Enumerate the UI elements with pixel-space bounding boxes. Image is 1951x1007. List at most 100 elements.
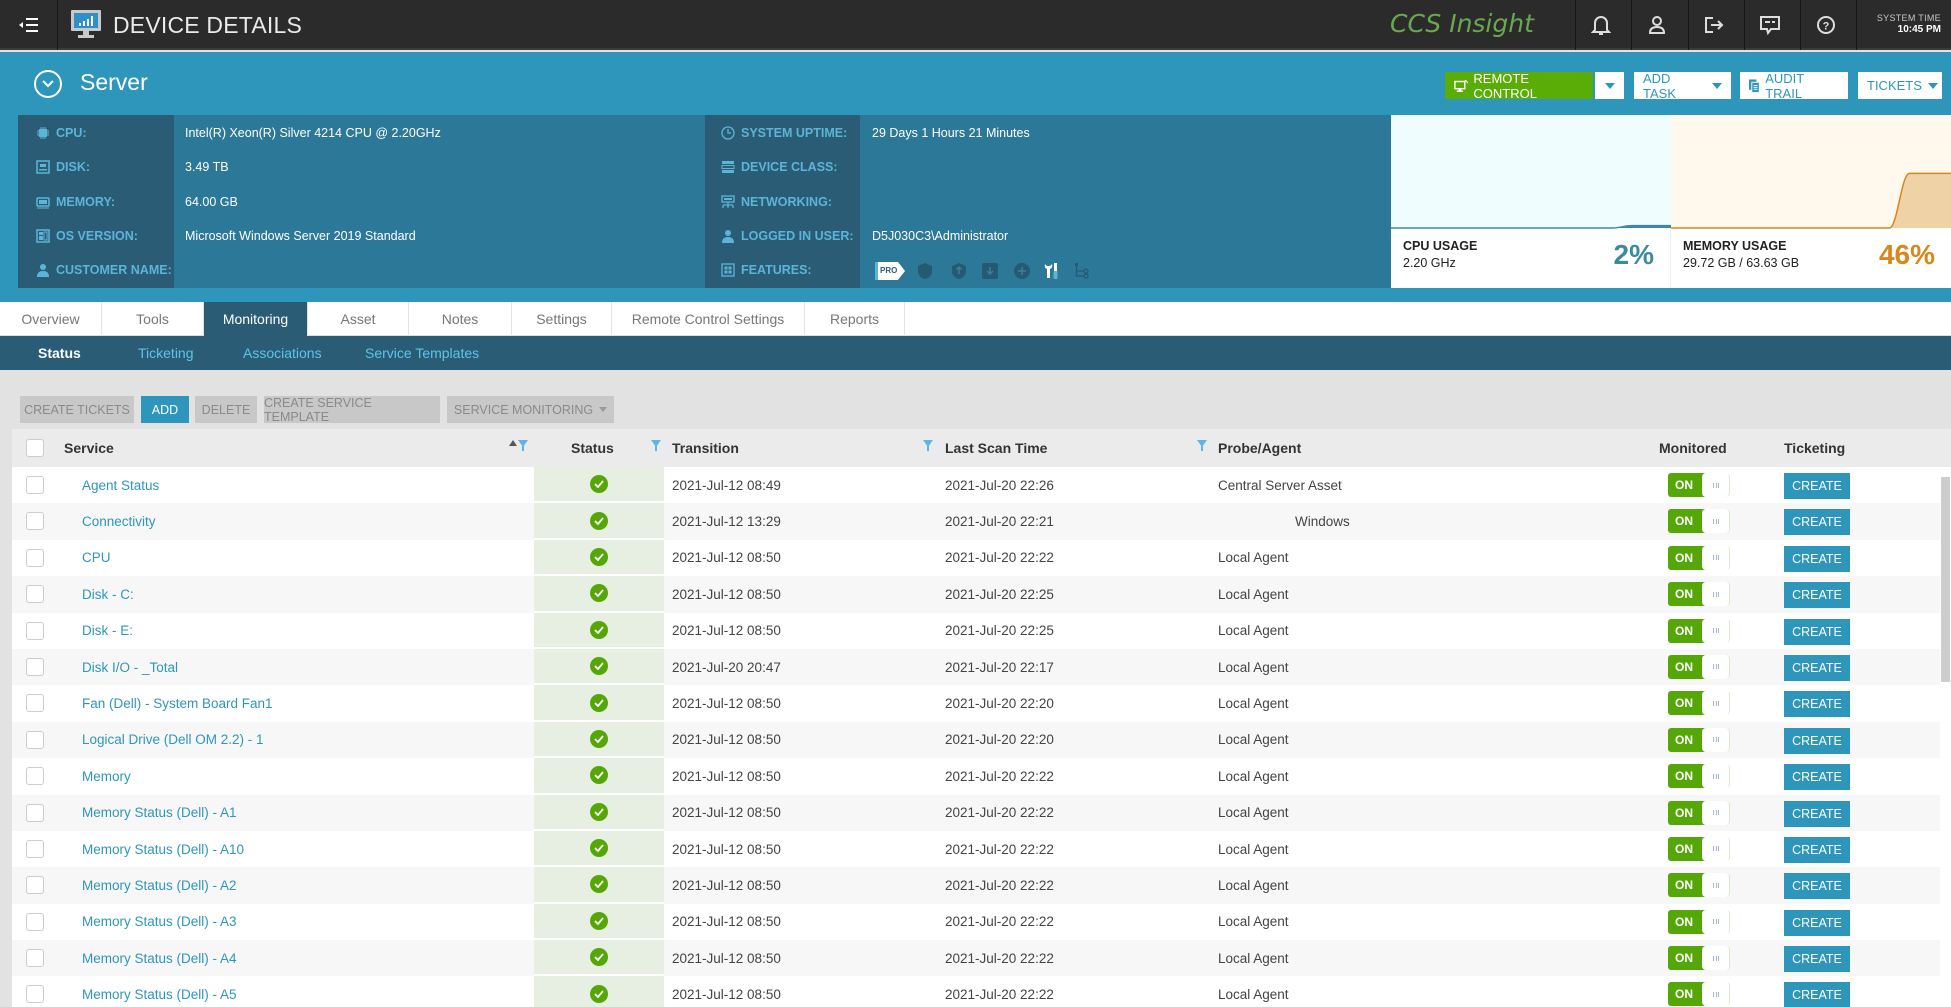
tab-overview[interactable]: Overview xyxy=(0,302,102,336)
row-checkbox[interactable] xyxy=(26,876,44,895)
row-checkbox[interactable] xyxy=(26,839,44,858)
monitored-toggle[interactable]: ON xyxy=(1668,545,1730,570)
logout-button[interactable] xyxy=(1688,0,1738,50)
row-checkbox[interactable] xyxy=(26,949,44,968)
subtab-status[interactable]: Status xyxy=(38,336,81,370)
filter-icon[interactable] xyxy=(923,440,933,451)
tickets-button[interactable]: TICKETS xyxy=(1858,72,1942,99)
tools-icon[interactable] xyxy=(1043,262,1061,280)
create-ticket-button[interactable]: CREATE xyxy=(1784,582,1850,609)
service-name-link[interactable]: Fan (Dell) - System Board Fan1 xyxy=(82,685,273,721)
sort-ascending-icon[interactable] xyxy=(509,440,517,446)
monitored-toggle[interactable]: ON xyxy=(1668,946,1730,971)
menu-toggle-button[interactable] xyxy=(0,0,58,50)
monitored-toggle[interactable]: ON xyxy=(1668,909,1730,934)
monitored-toggle[interactable]: ON xyxy=(1668,982,1730,1007)
create-ticket-button[interactable]: CREATE xyxy=(1784,800,1850,827)
monitored-toggle[interactable]: ON xyxy=(1668,836,1730,861)
pro-badge[interactable]: PRO xyxy=(875,262,905,280)
service-name-link[interactable]: Connectivity xyxy=(82,503,156,539)
tab-settings[interactable]: Settings xyxy=(512,302,612,336)
row-checkbox[interactable] xyxy=(26,585,44,604)
monitored-toggle[interactable]: ON xyxy=(1668,873,1730,898)
service-name-link[interactable]: Disk I/O - _Total xyxy=(82,649,178,685)
subtab-service-templates[interactable]: Service Templates xyxy=(365,336,479,370)
column-header-probe-agent[interactable]: Probe/Agent xyxy=(1218,429,1301,467)
monitored-toggle[interactable]: ON xyxy=(1668,691,1730,716)
create-ticket-button[interactable]: CREATE xyxy=(1784,946,1850,973)
row-checkbox[interactable] xyxy=(26,730,44,749)
remote-control-dropdown[interactable] xyxy=(1595,72,1624,99)
table-scrollbar[interactable] xyxy=(1941,477,1950,682)
hierarchy-icon[interactable] xyxy=(1073,262,1091,280)
create-ticket-button[interactable]: CREATE xyxy=(1784,909,1850,936)
monitored-toggle[interactable]: ON xyxy=(1668,654,1730,679)
filter-icon[interactable] xyxy=(518,440,528,451)
monitored-toggle[interactable]: ON xyxy=(1668,509,1730,534)
tab-asset[interactable]: Asset xyxy=(308,302,409,336)
collapse-device-button[interactable] xyxy=(34,70,62,98)
monitored-toggle[interactable]: ON xyxy=(1668,582,1730,607)
row-checkbox[interactable] xyxy=(26,767,44,786)
delete-button[interactable]: DELETE xyxy=(195,396,257,423)
row-checkbox[interactable] xyxy=(26,657,44,676)
service-name-link[interactable]: Memory Status (Dell) - A10 xyxy=(82,831,244,867)
service-name-link[interactable]: Memory Status (Dell) - A3 xyxy=(82,904,237,940)
service-name-link[interactable]: Memory Status (Dell) - A1 xyxy=(82,795,237,831)
tab-remote-control-settings[interactable]: Remote Control Settings xyxy=(612,302,805,336)
service-name-link[interactable]: CPU xyxy=(82,540,111,576)
help-button[interactable]: ? xyxy=(1800,0,1850,50)
monitored-toggle[interactable]: ON xyxy=(1668,473,1730,497)
create-ticket-button[interactable]: CREATE xyxy=(1784,982,1850,1007)
service-name-link[interactable]: Logical Drive (Dell OM 2.2) - 1 xyxy=(82,722,264,758)
filter-icon[interactable] xyxy=(651,440,661,451)
remote-control-button[interactable]: REMOTE CONTROL xyxy=(1445,71,1593,101)
service-name-link[interactable]: Disk - E: xyxy=(82,613,133,649)
tab-monitoring[interactable]: Monitoring xyxy=(204,302,308,336)
filter-icon[interactable] xyxy=(1197,440,1207,451)
create-ticket-button[interactable]: CREATE xyxy=(1784,654,1850,681)
create-ticket-button[interactable]: CREATE xyxy=(1784,509,1850,536)
tab-reports[interactable]: Reports xyxy=(805,302,905,336)
row-checkbox[interactable] xyxy=(26,694,44,713)
monitored-toggle[interactable]: ON xyxy=(1668,618,1730,643)
monitored-toggle[interactable]: ON xyxy=(1668,727,1730,752)
row-checkbox[interactable] xyxy=(26,985,44,1004)
column-header-service[interactable]: Service xyxy=(64,429,114,467)
service-name-link[interactable]: Memory Status (Dell) - A2 xyxy=(82,867,237,903)
row-checkbox[interactable] xyxy=(26,512,44,531)
patch-icon[interactable] xyxy=(1013,262,1031,280)
backup-icon[interactable] xyxy=(981,262,999,280)
add-button[interactable]: ADD xyxy=(141,396,189,423)
create-ticket-button[interactable]: CREATE xyxy=(1784,836,1850,863)
service-monitoring-dropdown[interactable]: SERVICE MONITORING xyxy=(447,396,614,423)
messages-button[interactable] xyxy=(1744,0,1794,50)
service-name-link[interactable]: Disk - C: xyxy=(82,576,134,612)
row-checkbox[interactable] xyxy=(26,621,44,640)
add-task-button[interactable]: ADD TASK xyxy=(1634,71,1731,101)
create-ticket-button[interactable]: CREATE xyxy=(1784,873,1850,900)
create-ticket-button[interactable]: CREATE xyxy=(1784,473,1850,499)
create-ticket-button[interactable]: CREATE xyxy=(1784,691,1850,718)
create-tickets-button[interactable]: CREATE TICKETS xyxy=(20,396,134,423)
create-ticket-button[interactable]: CREATE xyxy=(1784,764,1850,791)
tab-tools[interactable]: Tools xyxy=(102,302,204,336)
create-ticket-button[interactable]: CREATE xyxy=(1784,727,1850,754)
user-profile-button[interactable] xyxy=(1631,0,1681,50)
row-checkbox[interactable] xyxy=(26,476,44,494)
audit-trail-button[interactable]: AUDIT TRAIL xyxy=(1740,71,1848,101)
tab-notes[interactable]: Notes xyxy=(409,302,512,336)
service-name-link[interactable]: Memory Status (Dell) - A5 xyxy=(82,976,237,1007)
column-header-status[interactable]: Status xyxy=(571,429,614,467)
monitored-toggle[interactable]: ON xyxy=(1668,764,1730,789)
service-name-link[interactable]: Agent Status xyxy=(82,467,159,503)
subtab-ticketing[interactable]: Ticketing xyxy=(138,336,194,370)
column-header-last-scan-time[interactable]: Last Scan Time xyxy=(945,429,1047,467)
notifications-button[interactable] xyxy=(1575,0,1625,50)
row-checkbox[interactable] xyxy=(26,548,44,567)
row-checkbox[interactable] xyxy=(26,912,44,931)
column-header-transition[interactable]: Transition xyxy=(672,429,739,467)
monitored-toggle[interactable]: ON xyxy=(1668,800,1730,825)
create-service-template-button[interactable]: CREATE SERVICE TEMPLATE xyxy=(264,396,440,424)
service-name-link[interactable]: Memory xyxy=(82,758,131,794)
